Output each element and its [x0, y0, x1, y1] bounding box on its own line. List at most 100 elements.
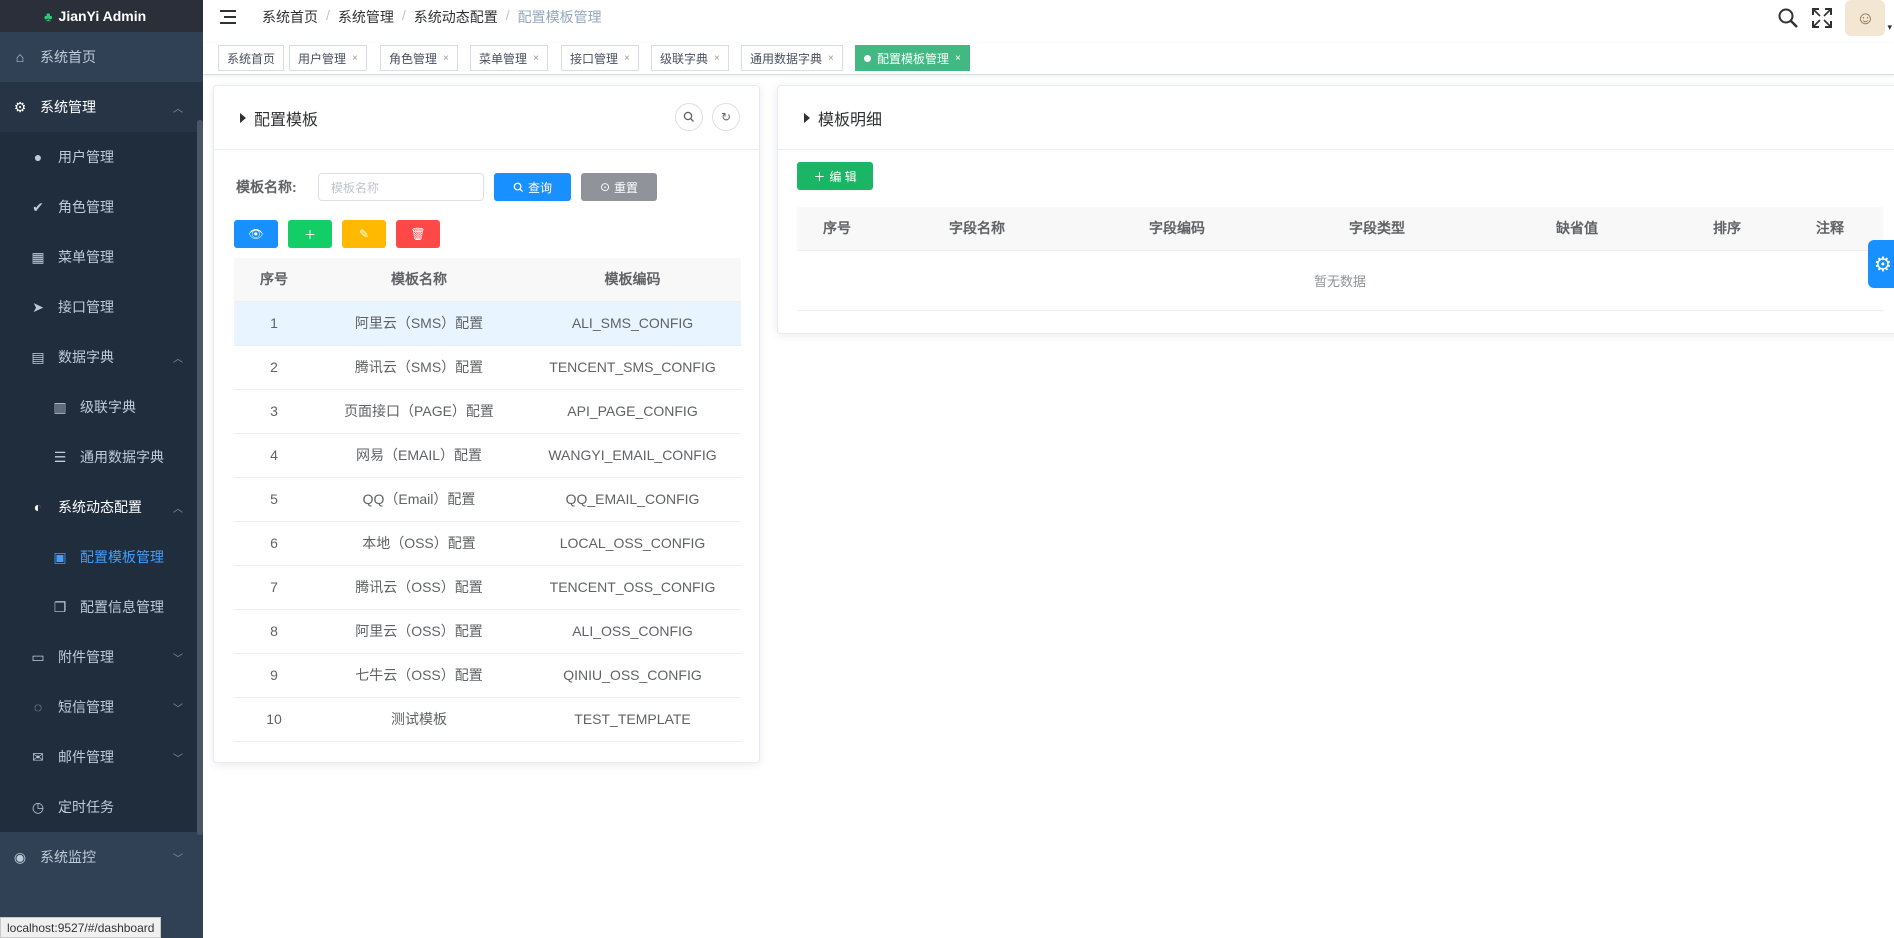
tag-label: 接口管理 — [570, 51, 619, 66]
edit-icon: ✎ — [358, 227, 370, 241]
close-icon[interactable]: × — [714, 53, 720, 64]
copy-icon: ❐ — [53, 598, 67, 615]
column-header[interactable]: 序号 — [234, 258, 314, 302]
sidebar-item-monitor[interactable]: ◉ 系统监控 ﹀ — [0, 832, 203, 882]
sidebar-item-api-management[interactable]: ➤ 接口管理 — [0, 282, 203, 332]
template-name-input[interactable]: 模板名称 — [318, 173, 484, 201]
edit-button[interactable]: ✎ — [342, 220, 386, 248]
close-icon[interactable]: × — [955, 53, 961, 64]
sidebar-item-data-dictionary[interactable]: ▤ 数据字典 ︿ — [0, 332, 203, 382]
hamburger-icon[interactable] — [220, 9, 240, 25]
sidebar-item-sms[interactable]: ◌ 短信管理 ﹀ — [0, 682, 203, 732]
sidebar-item-role-management[interactable]: ✔ 角色管理 — [0, 182, 203, 232]
plus-icon: ＋ — [303, 227, 316, 242]
eye-icon: 👁 — [248, 227, 264, 241]
sidebar-item-mail[interactable]: ✉ 邮件管理 ﹀ — [0, 732, 203, 782]
column-header[interactable]: 排序 — [1677, 207, 1777, 251]
edit-detail-button[interactable]: ＋ 编 辑 — [797, 162, 873, 190]
tag-user-management[interactable]: 用户管理 × — [289, 45, 367, 71]
column-header[interactable]: 序号 — [797, 207, 877, 251]
avatar[interactable]: ☺ — [1845, 0, 1886, 36]
monitor-icon: ◉ — [13, 848, 27, 865]
table-row[interactable]: 7 腾讯云（OSS）配置 TENCENT_OSS_CONFIG — [234, 565, 741, 610]
clover-icon: ♣ — [44, 8, 53, 24]
column-header[interactable]: 字段编码 — [1077, 207, 1277, 251]
close-icon[interactable]: × — [352, 53, 358, 64]
column-header[interactable]: 字段名称 — [877, 207, 1077, 251]
sidebar-item-scheduled-task[interactable]: ◷ 定时任务 — [0, 782, 203, 832]
refresh-button[interactable]: ↻ — [712, 103, 740, 131]
chevron-down-icon: ﹀ — [173, 653, 183, 665]
table-row[interactable]: 6 本地（OSS）配置 LOCAL_OSS_CONFIG — [234, 521, 741, 566]
sidebar-item-cascade-dictionary[interactable]: ▥ 级联字典 — [0, 382, 203, 432]
table-row[interactable]: 2 腾讯云（SMS）配置 TENCENT_SMS_CONFIG — [234, 345, 741, 390]
app-logo[interactable]: ♣ JianYi Admin — [0, 0, 203, 32]
sidebar-item-menu-management[interactable]: ▦ 菜单管理 — [0, 232, 203, 282]
sidebar-item-label: 配置模板管理 — [80, 549, 164, 565]
template-code-cell: QQ_EMAIL_CONFIG — [524, 477, 741, 522]
caret-down-icon[interactable]: ▾ — [1887, 22, 1892, 33]
tag-cascade-dictionary[interactable]: 级联字典 × — [651, 45, 729, 71]
tag-menu-management[interactable]: 菜单管理 × — [470, 45, 548, 71]
close-icon[interactable]: × — [624, 53, 630, 64]
sidebar-item-label: 用户管理 — [58, 149, 114, 165]
tag-label: 通用数据字典 — [750, 51, 823, 66]
column-header[interactable]: 模板名称 — [314, 258, 524, 302]
tag-role-management[interactable]: 角色管理 × — [380, 45, 458, 71]
template-code-cell: LOCAL_OSS_CONFIG — [524, 521, 741, 566]
table-row[interactable]: 8 阿里云（OSS）配置 ALI_OSS_CONFIG — [234, 609, 741, 654]
chevron-down-icon: ﹀ — [173, 703, 183, 715]
table-row[interactable]: 10 测试模板 TEST_TEMPLATE — [234, 697, 741, 742]
column-header[interactable]: 注释 — [1777, 207, 1883, 251]
breadcrumb-separator: / — [326, 6, 330, 23]
column-header[interactable]: 模板编码 — [524, 258, 741, 302]
table-row[interactable]: 1 阿里云（SMS）配置 ALI_SMS_CONFIG — [234, 301, 741, 346]
search-icon[interactable] — [1777, 7, 1799, 29]
books-icon: ▥ — [53, 398, 67, 415]
search-toggle-button[interactable] — [675, 103, 703, 131]
tag-home[interactable]: 系统首页 — [218, 45, 285, 71]
sidebar-item-config-info[interactable]: ❐ 配置信息管理 — [0, 582, 203, 632]
table-row[interactable]: 5 QQ（Email）配置 QQ_EMAIL_CONFIG — [234, 477, 741, 522]
column-header[interactable]: 字段类型 — [1277, 207, 1477, 251]
table-row[interactable]: 3 页面接口（PAGE）配置 API_PAGE_CONFIG — [234, 389, 741, 434]
row-index: 7 — [234, 565, 314, 610]
breadcrumb-separator: / — [505, 6, 510, 23]
sidebar-scrollbar[interactable] — [197, 120, 203, 835]
sidebar-item-label: 级联字典 — [80, 399, 136, 415]
breadcrumb-item[interactable]: 系统管理 — [338, 7, 394, 27]
detail-table: 序号 字段名称 字段编码 字段类型 缺省值 排序 注释 暂无数据 — [797, 207, 1883, 311]
settings-button[interactable]: ⚙ — [1868, 240, 1894, 288]
refresh-icon: ↻ — [720, 110, 732, 124]
sidebar-item-attachment[interactable]: ▭ 附件管理 ﹀ — [0, 632, 203, 682]
reset-button[interactable]: ⊙ 重置 — [581, 173, 657, 201]
template-list-card: 配置模板 ↻ 模板名称: 模板名称 查询 ⊙ 重置 👁 ＋ ✎ 🗑 序号 模板名… — [213, 85, 760, 763]
column-header[interactable]: 缺省值 — [1477, 207, 1677, 251]
sidebar-item-home[interactable]: ⌂ 系统首页 — [0, 32, 203, 82]
view-button[interactable]: 👁 — [234, 220, 278, 248]
close-icon[interactable]: × — [828, 53, 834, 64]
add-button[interactable]: ＋ — [288, 220, 332, 248]
sidebar-item-config-template[interactable]: ▣ 配置模板管理 — [0, 532, 203, 582]
query-button[interactable]: 查询 — [494, 173, 571, 201]
chevron-up-icon: ︿ — [173, 503, 183, 515]
table-row[interactable]: 4 网易（EMAIL）配置 WANGYI_EMAIL_CONFIG — [234, 433, 741, 478]
table-header-row: 序号 模板名称 模板编码 — [234, 258, 741, 302]
tag-api-management[interactable]: 接口管理 × — [561, 45, 639, 71]
tag-config-template[interactable]: 配置模板管理 × — [855, 45, 970, 71]
template-icon: ▣ — [53, 548, 67, 565]
fullscreen-icon[interactable] — [1811, 7, 1833, 29]
sidebar-item-dynamic-config[interactable]: ◐ 系统动态配置 ︿ — [0, 482, 203, 532]
template-code-cell: ALI_OSS_CONFIG — [524, 609, 741, 654]
sidebar-item-user-management[interactable]: ● 用户管理 — [0, 132, 203, 182]
sidebar-item-system-management[interactable]: ⚙ 系统管理 ︿ — [0, 82, 203, 132]
sidebar-item-common-dictionary[interactable]: ☰ 通用数据字典 — [0, 432, 203, 482]
close-icon[interactable]: × — [533, 53, 539, 64]
navbar: 系统首页 / 系统管理 / 系统动态配置 / 配置模板管理 — [203, 0, 1894, 33]
table-row[interactable]: 9 七牛云（OSS）配置 QINIU_OSS_CONFIG — [234, 653, 741, 698]
breadcrumb-item[interactable]: 系统动态配置 — [414, 7, 498, 27]
breadcrumb-item[interactable]: 系统首页 — [262, 7, 318, 27]
close-icon[interactable]: × — [443, 53, 449, 64]
delete-button[interactable]: 🗑 — [396, 220, 440, 248]
tag-common-dictionary[interactable]: 通用数据字典 × — [741, 45, 843, 71]
